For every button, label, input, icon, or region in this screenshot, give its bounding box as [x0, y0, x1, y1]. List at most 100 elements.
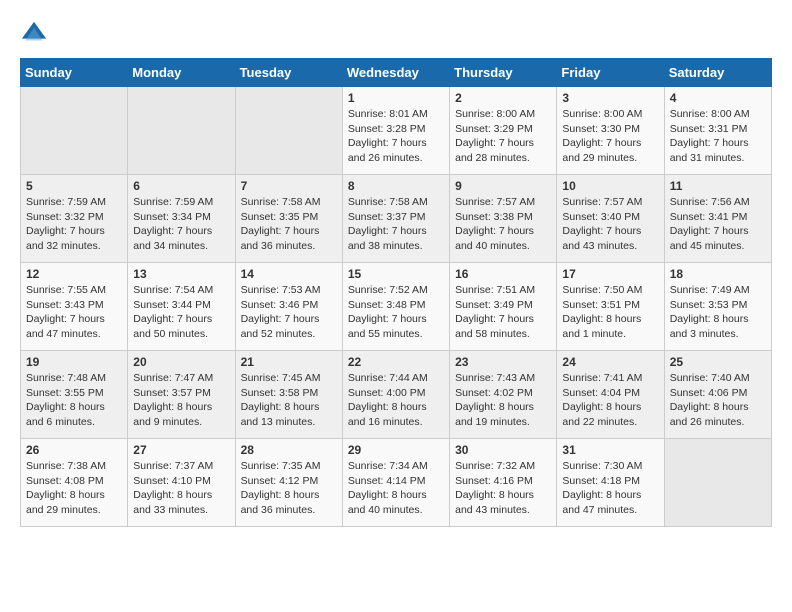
calendar-cell: 30Sunrise: 7:32 AM Sunset: 4:16 PM Dayli… — [450, 439, 557, 527]
cell-content: Sunrise: 7:35 AM Sunset: 4:12 PM Dayligh… — [241, 459, 337, 518]
day-header-tuesday: Tuesday — [235, 59, 342, 87]
week-row-5: 26 Sunrise: 7:38 AM Sunset: 4:08 PM Dayli… — [21, 439, 772, 527]
cell-content: Sunrise: 7:48 AM Sunset: 3:55 PM Dayligh… — [26, 371, 122, 430]
cell-content: Sunrise: 7:38 AM Sunset: 4:08 PM Dayligh… — [26, 459, 122, 518]
calendar-cell: 21 Sunrise: 7:45 AM Sunset: 3:58 PM Dayli… — [235, 351, 342, 439]
calendar-cell: 31 Sunrise: 7:30 AM Sunset: 4:18 PM Dayli… — [557, 439, 664, 527]
cell-content: Sunrise: 7:59 AM Sunset: 3:32 PM Dayligh… — [26, 195, 122, 254]
cell-content: Sunrise: 7:37 AM Sunset: 4:10 PM Dayligh… — [133, 459, 229, 518]
day-number: 9 — [455, 179, 551, 193]
calendar-cell: 27 Sunrise: 7:37 AM Sunset: 4:10 PM Dayli… — [128, 439, 235, 527]
calendar-cell: 1 Sunrise: 8:01 AM Sunset: 3:28 PM Daylig… — [342, 87, 449, 175]
cell-content: Sunrise: 7:57 AM Sunset: 3:40 PM Dayligh… — [562, 195, 658, 254]
calendar-cell: 18Sunrise: 7:49 AM Sunset: 3:53 PM Dayli… — [664, 263, 771, 351]
cell-content: Sunrise: 7:40 AM Sunset: 4:06 PM Dayligh… — [670, 371, 766, 430]
cell-content: Sunrise: 7:55 AM Sunset: 3:43 PM Dayligh… — [26, 283, 122, 342]
calendar-cell: 19 Sunrise: 7:48 AM Sunset: 3:55 PM Dayli… — [21, 351, 128, 439]
day-header-saturday: Saturday — [664, 59, 771, 87]
day-number: 2 — [455, 91, 551, 105]
calendar-cell — [235, 87, 342, 175]
cell-content: Sunrise: 7:44 AM Sunset: 4:00 PM Dayligh… — [348, 371, 444, 430]
cell-content: Sunrise: 8:00 AM Sunset: 3:29 PM Dayligh… — [455, 107, 551, 166]
day-number: 4 — [670, 91, 766, 105]
logo — [20, 20, 52, 48]
calendar-cell: 20 Sunrise: 7:47 AM Sunset: 3:57 PM Dayli… — [128, 351, 235, 439]
cell-content: Sunrise: 7:51 AM Sunset: 3:49 PM Dayligh… — [455, 283, 551, 342]
day-number: 16 — [455, 267, 551, 281]
day-number: 19 — [26, 355, 122, 369]
calendar-cell — [128, 87, 235, 175]
cell-content: Sunrise: 7:59 AM Sunset: 3:34 PM Dayligh… — [133, 195, 229, 254]
cell-content: Sunrise: 7:58 AM Sunset: 3:37 PM Dayligh… — [348, 195, 444, 254]
day-number: 25 — [670, 355, 766, 369]
day-header-thursday: Thursday — [450, 59, 557, 87]
cell-content: Sunrise: 8:01 AM Sunset: 3:28 PM Dayligh… — [348, 107, 444, 166]
cell-content: Sunrise: 7:57 AM Sunset: 3:38 PM Dayligh… — [455, 195, 551, 254]
day-number: 30 — [455, 443, 551, 457]
day-number: 28 — [241, 443, 337, 457]
logo-icon — [20, 20, 48, 48]
calendar-cell: 26 Sunrise: 7:38 AM Sunset: 4:08 PM Dayli… — [21, 439, 128, 527]
week-row-2: 5 Sunrise: 7:59 AM Sunset: 3:32 PM Daylig… — [21, 175, 772, 263]
calendar-cell: 15 Sunrise: 7:52 AM Sunset: 3:48 PM Dayli… — [342, 263, 449, 351]
day-header-sunday: Sunday — [21, 59, 128, 87]
calendar-cell: 17Sunrise: 7:50 AM Sunset: 3:51 PM Dayli… — [557, 263, 664, 351]
cell-content: Sunrise: 7:45 AM Sunset: 3:58 PM Dayligh… — [241, 371, 337, 430]
day-header-friday: Friday — [557, 59, 664, 87]
cell-content: Sunrise: 8:00 AM Sunset: 3:31 PM Dayligh… — [670, 107, 766, 166]
cell-content: Sunrise: 7:47 AM Sunset: 3:57 PM Dayligh… — [133, 371, 229, 430]
calendar-cell: 9 Sunrise: 7:57 AM Sunset: 3:38 PM Daylig… — [450, 175, 557, 263]
day-number: 5 — [26, 179, 122, 193]
calendar-cell: 4 Sunrise: 8:00 AM Sunset: 3:31 PM Daylig… — [664, 87, 771, 175]
calendar-cell: 23Sunrise: 7:43 AM Sunset: 4:02 PM Dayli… — [450, 351, 557, 439]
day-number: 10 — [562, 179, 658, 193]
day-number: 27 — [133, 443, 229, 457]
header-row: SundayMondayTuesdayWednesdayThursdayFrid… — [21, 59, 772, 87]
cell-content: Sunrise: 7:52 AM Sunset: 3:48 PM Dayligh… — [348, 283, 444, 342]
day-number: 22 — [348, 355, 444, 369]
calendar-cell: 16 Sunrise: 7:51 AM Sunset: 3:49 PM Dayli… — [450, 263, 557, 351]
calendar-cell: 14 Sunrise: 7:53 AM Sunset: 3:46 PM Dayli… — [235, 263, 342, 351]
calendar-cell — [21, 87, 128, 175]
calendar-cell: 6 Sunrise: 7:59 AM Sunset: 3:34 PM Daylig… — [128, 175, 235, 263]
day-number: 24 — [562, 355, 658, 369]
page-header — [20, 20, 772, 48]
day-number: 26 — [26, 443, 122, 457]
day-number: 8 — [348, 179, 444, 193]
calendar-cell: 3Sunrise: 8:00 AM Sunset: 3:30 PM Daylig… — [557, 87, 664, 175]
day-number: 15 — [348, 267, 444, 281]
cell-content: Sunrise: 7:58 AM Sunset: 3:35 PM Dayligh… — [241, 195, 337, 254]
day-number: 14 — [241, 267, 337, 281]
day-number: 1 — [348, 91, 444, 105]
day-number: 7 — [241, 179, 337, 193]
cell-content: Sunrise: 7:49 AM Sunset: 3:53 PM Dayligh… — [670, 283, 766, 342]
day-number: 11 — [670, 179, 766, 193]
day-number: 13 — [133, 267, 229, 281]
day-number: 21 — [241, 355, 337, 369]
calendar-cell: 11 Sunrise: 7:56 AM Sunset: 3:41 PM Dayli… — [664, 175, 771, 263]
day-header-monday: Monday — [128, 59, 235, 87]
calendar-cell: 22 Sunrise: 7:44 AM Sunset: 4:00 PM Dayli… — [342, 351, 449, 439]
calendar-cell: 25 Sunrise: 7:40 AM Sunset: 4:06 PM Dayli… — [664, 351, 771, 439]
day-header-wednesday: Wednesday — [342, 59, 449, 87]
week-row-4: 19 Sunrise: 7:48 AM Sunset: 3:55 PM Dayli… — [21, 351, 772, 439]
cell-content: Sunrise: 8:00 AM Sunset: 3:30 PM Dayligh… — [562, 107, 658, 166]
day-number: 17 — [562, 267, 658, 281]
day-number: 6 — [133, 179, 229, 193]
calendar-cell: 2 Sunrise: 8:00 AM Sunset: 3:29 PM Daylig… — [450, 87, 557, 175]
calendar-cell: 24 Sunrise: 7:41 AM Sunset: 4:04 PM Dayli… — [557, 351, 664, 439]
calendar-cell: 28 Sunrise: 7:35 AM Sunset: 4:12 PM Dayli… — [235, 439, 342, 527]
calendar-table: SundayMondayTuesdayWednesdayThursdayFrid… — [20, 58, 772, 527]
day-number: 31 — [562, 443, 658, 457]
day-number: 12 — [26, 267, 122, 281]
cell-content: Sunrise: 7:54 AM Sunset: 3:44 PM Dayligh… — [133, 283, 229, 342]
week-row-1: 1 Sunrise: 8:01 AM Sunset: 3:28 PM Daylig… — [21, 87, 772, 175]
calendar-cell: 7 Sunrise: 7:58 AM Sunset: 3:35 PM Daylig… — [235, 175, 342, 263]
cell-content: Sunrise: 7:53 AM Sunset: 3:46 PM Dayligh… — [241, 283, 337, 342]
calendar-cell: 5 Sunrise: 7:59 AM Sunset: 3:32 PM Daylig… — [21, 175, 128, 263]
cell-content: Sunrise: 7:56 AM Sunset: 3:41 PM Dayligh… — [670, 195, 766, 254]
week-row-3: 12 Sunrise: 7:55 AM Sunset: 3:43 PM Dayli… — [21, 263, 772, 351]
day-number: 20 — [133, 355, 229, 369]
cell-content: Sunrise: 7:41 AM Sunset: 4:04 PM Dayligh… — [562, 371, 658, 430]
cell-content: Sunrise: 7:30 AM Sunset: 4:18 PM Dayligh… — [562, 459, 658, 518]
